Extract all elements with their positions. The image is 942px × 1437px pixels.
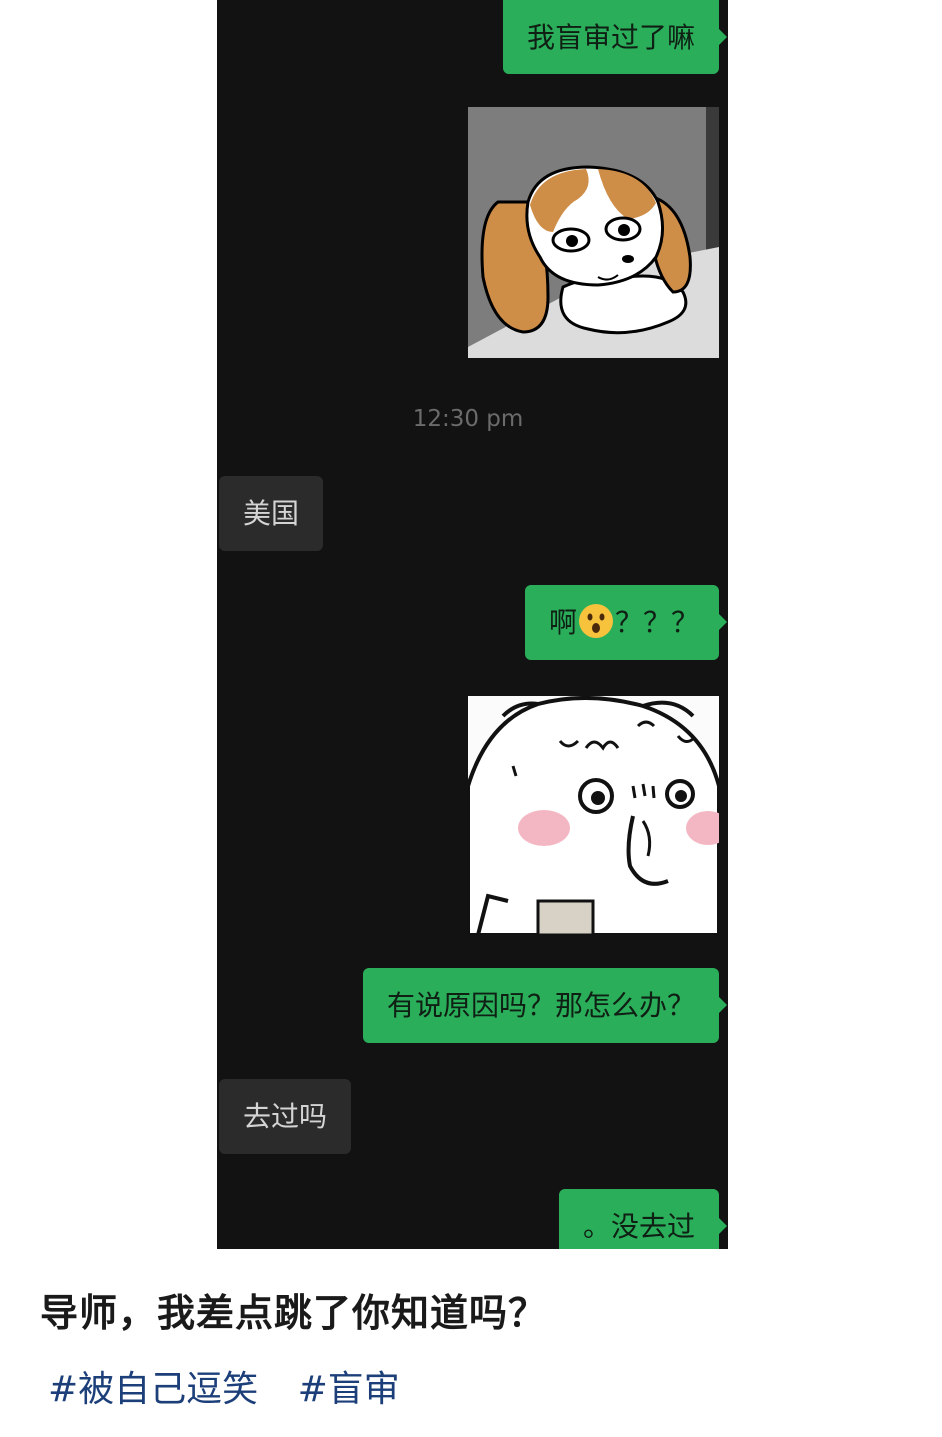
message-text: ？？？ [614,606,699,639]
post-caption: 导师，我差点跳了你知道吗？ [40,1291,548,1335]
message-timestamp: 12:30 pm [412,406,524,432]
message-bubble-received[interactable]: 去过吗 [219,1079,352,1154]
message-text: 有说原因吗？那怎么办？ [386,989,695,1022]
message-text: 美国 [243,497,300,530]
message-bubble-received[interactable]: 美国 [219,476,324,551]
message-text: 。没去过 [582,1210,695,1243]
message-bubble-sent[interactable]: 我盲审过了嘛 [502,0,728,74]
beagle-dog-sticker[interactable] [468,107,719,358]
message-bubble-sent[interactable]: 啊 ？？？ [524,585,728,660]
hashtag-link[interactable]: #盲审 [298,1360,400,1412]
hashtag-link[interactable]: #被自己逗笑 [48,1360,258,1412]
message-text: 我盲审过了嘛 [526,21,695,54]
surprised-face-emoji [578,604,613,638]
beagle-dog-icon [468,107,719,358]
chat-screenshot: 我盲审过了嘛 12:30 pm 美国 啊 ？？？ 有说原因吗？那怎么办？ 去过吗 … [217,0,728,1249]
white-cat-icon [468,696,719,935]
post-tags: #被自己逗笑 #盲审 [48,1360,428,1412]
message-bubble-sent[interactable]: 。没去过 [558,1189,728,1249]
message-bubble-sent[interactable]: 有说原因吗？那怎么办？ [362,968,728,1043]
confused-white-cat-sticker[interactable] [468,696,719,935]
message-text: 去过吗 [243,1100,328,1133]
message-text: 啊 [548,606,577,639]
